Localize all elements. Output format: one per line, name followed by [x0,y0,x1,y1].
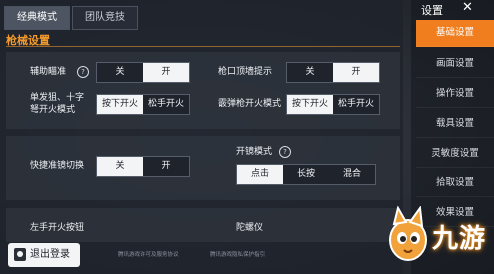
scope-mode-mixed[interactable]: 混合 [329,165,375,184]
single-shot-label-2: 弩开火模式 [30,105,76,115]
single-shot-press-fire[interactable]: 按下开火 [97,95,143,114]
quick-scope-toggle: 关 开 [96,156,190,177]
shotgun-release-fire[interactable]: 松手开火 [333,95,379,114]
single-shot-fire-toggle: 按下开火 松手开火 [96,94,190,115]
single-shot-release-fire[interactable]: 松手开火 [143,95,189,114]
gyroscope-label: 陀螺仪 [236,223,264,233]
muzzle-hint-on[interactable]: 开 [333,63,379,82]
muzzle-hint-off[interactable]: 关 [287,63,333,82]
tab-team-deathmatch[interactable]: 团队竞技 [72,6,138,30]
quick-scope-label: 快捷准镜切换 [30,161,85,171]
section-divider [6,46,400,47]
scope-mode-label: 开镜模式 [236,147,273,157]
quick-scope-on[interactable]: 开 [143,157,189,176]
quick-scope-off[interactable]: 关 [97,157,143,176]
help-icon[interactable]: ? [77,66,89,78]
muzzle-hint-toggle: 关 开 [286,62,380,83]
assist-aim-on[interactable]: 开 [143,63,189,82]
assist-aim-label: 辅助瞄准 [30,67,67,77]
logout-button[interactable]: 退出登录 [8,243,80,267]
assist-aim-toggle: 关 开 [96,62,190,83]
single-shot-label-1: 单发狙、十字 [30,93,85,103]
terms-link[interactable]: 腾讯游戏许可及服务协议 [118,250,179,258]
sidebar-item-graphics[interactable]: 画面设置 [416,51,494,78]
mascot-icon [389,206,427,261]
mode-tabs: 经典模式 团队竞技 [4,6,140,30]
user-icon [14,248,26,261]
sidebar-item-controls[interactable]: 操作设置 [416,81,494,108]
watermark-logo: 九游 [432,224,487,254]
shotgun-press-fire[interactable]: 按下开火 [287,95,333,114]
scope-mode-selector: 点击 长按 混合 [236,164,376,185]
close-icon[interactable]: ✕ [462,0,473,15]
left-fire-button-label: 左手开火按钮 [30,223,85,233]
scope-mode-tap[interactable]: 点击 [237,165,283,184]
sidebar-item-vehicle[interactable]: 载具设置 [416,111,494,138]
sidebar-item-sensitivity[interactable]: 灵敏度设置 [416,141,494,168]
assist-aim-off[interactable]: 关 [97,63,143,82]
shotgun-fire-label: 霰弹枪开火模式 [218,99,282,109]
privacy-link[interactable]: 腾讯游戏隐私保护指引 [210,250,265,258]
shotgun-fire-toggle: 按下开火 松手开火 [286,94,380,115]
scope-mode-hold[interactable]: 长按 [283,165,329,184]
tab-classic-mode[interactable]: 经典模式 [4,6,70,30]
sidebar-item-pickup[interactable]: 拾取设置 [416,170,494,197]
help-icon[interactable]: ? [279,146,291,158]
muzzle-hint-label: 枪口顶墙提示 [218,67,273,77]
logout-label: 退出登录 [30,249,70,260]
sidebar-item-basic[interactable]: 基础设置 [416,20,494,47]
settings-title: 设置 [421,4,443,17]
